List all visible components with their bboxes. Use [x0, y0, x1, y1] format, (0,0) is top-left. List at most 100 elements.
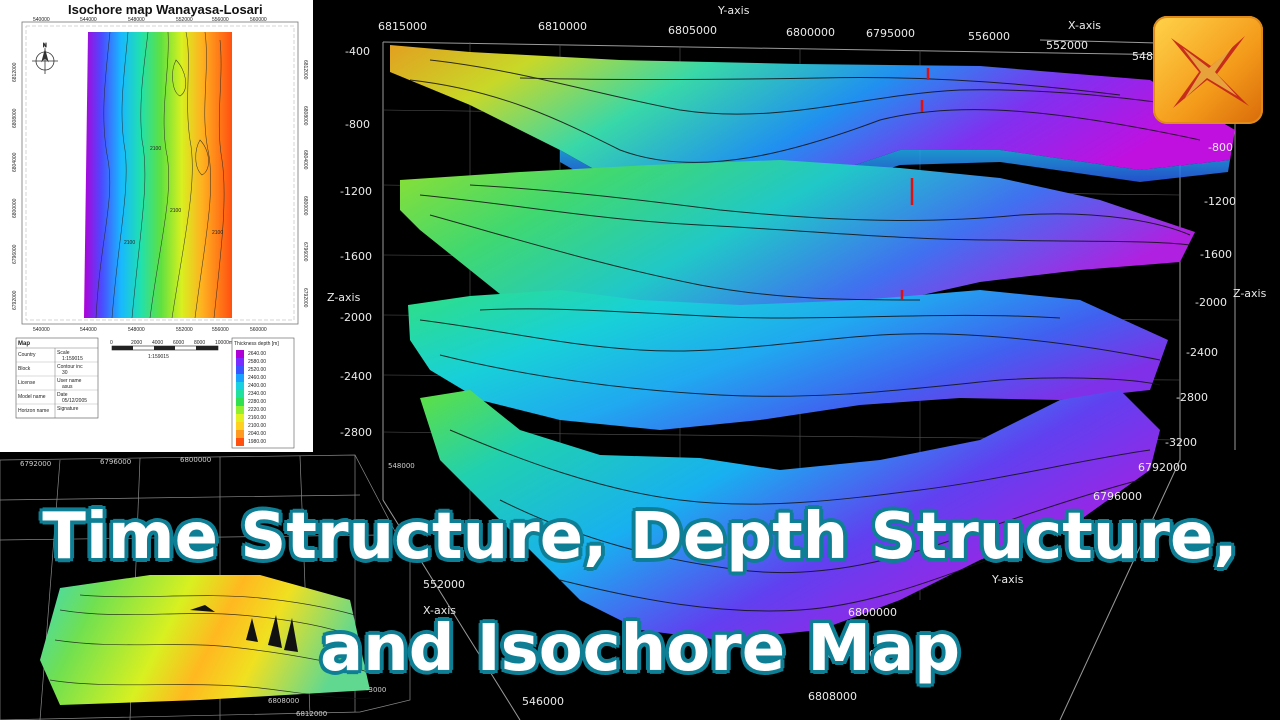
- info-row-label: Block: [18, 366, 31, 372]
- left-z-tick: -2400: [340, 370, 372, 383]
- left-z-tick: -2800: [340, 426, 372, 439]
- left-z-tick: -1200: [340, 185, 372, 198]
- inset-tick: 6808000: [268, 697, 299, 705]
- top-y-tick: 6795000: [866, 27, 915, 40]
- info-row-label: Horizon name: [18, 408, 49, 414]
- legend-swatch: [236, 358, 244, 366]
- legend-value: 1980.00: [248, 439, 266, 445]
- legend-swatch: [236, 438, 244, 446]
- info-row-sub: asus: [62, 384, 73, 390]
- info-row-value: Contour inc: [57, 364, 83, 370]
- map-x-tick-bottom: 556000: [212, 327, 229, 333]
- map-y-tick-right: 6812000: [302, 60, 308, 80]
- map-y-tick-left: 6800000: [12, 198, 18, 218]
- right-z-tick: -1200: [1204, 195, 1236, 208]
- scale-tick: 2000: [131, 340, 142, 346]
- top-x-tick: 556000: [968, 30, 1010, 43]
- top-y-tick: 6810000: [538, 20, 587, 33]
- map-y-tick-right: 6792000: [302, 288, 308, 308]
- scale-tick: 8000: [194, 340, 205, 346]
- map-info-table: Map Country Scale1:159015Block Contour inc…: [15, 337, 99, 419]
- legend-value: 2640.00: [248, 351, 266, 357]
- contour-label: 2100: [212, 230, 223, 236]
- map-y-tick-right: 6808000: [302, 106, 308, 126]
- map-y-tick-left: 6808000: [12, 108, 18, 128]
- right-z-tick: -800: [1208, 141, 1233, 154]
- inset-tick: 6792000: [20, 460, 51, 468]
- map-y-tick-left: 6812000: [12, 62, 18, 82]
- right-z-tick: -2800: [1176, 391, 1208, 404]
- inset-tick: 548000: [388, 462, 415, 470]
- thickness-legend: Thickness depth [m] 2640.00 2580.00 2520.0…: [231, 337, 295, 449]
- top-y-tick: 6800000: [786, 26, 835, 39]
- map-title: Isochore map Wanayasa-Losari: [68, 2, 263, 17]
- legend-swatch: [236, 374, 244, 382]
- x-axis-title: X-axis: [1068, 19, 1101, 32]
- legend-swatch: [236, 430, 244, 438]
- map-x-tick-bottom: 540000: [33, 327, 50, 333]
- legend-value: 2460.00: [248, 375, 266, 381]
- map-x-tick-bottom: 548000: [128, 327, 145, 333]
- right-z-tick: -2000: [1195, 296, 1227, 309]
- bottom-y-tick: 6808000: [808, 690, 857, 703]
- legend-swatch: [236, 406, 244, 414]
- top-x-tick: 552000: [1046, 39, 1088, 52]
- map-x-tick-bottom: 544000: [80, 327, 97, 333]
- logo-star-icon: [1171, 36, 1249, 108]
- bottom-y-axis-title: Y-axis: [991, 573, 1024, 586]
- inset-tick: 6800000: [180, 456, 211, 464]
- legend-value: 2520.00: [248, 367, 266, 373]
- scale-tick: 10000m: [215, 340, 233, 346]
- map-x-tick-top: 552000: [176, 17, 193, 23]
- map-y-tick-left: 6796000: [12, 244, 18, 264]
- legend-swatch: [236, 422, 244, 430]
- contour-label: 2100: [170, 208, 181, 214]
- legend-swatch: [236, 390, 244, 398]
- map-y-tick-right: 6804000: [302, 150, 308, 170]
- info-row-sub: 05/12/2005: [62, 398, 87, 404]
- map-x-tick-bottom: 560000: [250, 327, 267, 333]
- legend-value: 2400.00: [248, 383, 266, 389]
- info-row-sub: 1:159015: [62, 356, 83, 362]
- scale-tick: 6000: [173, 340, 184, 346]
- legend-swatch: [236, 350, 244, 358]
- y-axis-title: Y-axis: [717, 4, 750, 17]
- map-x-tick-bottom: 552000: [176, 327, 193, 333]
- top-y-tick: 6815000: [378, 20, 427, 33]
- legend-value: 2160.00: [248, 415, 266, 421]
- legend-swatch: [236, 398, 244, 406]
- scale-tick: 0: [110, 340, 113, 346]
- right-y-tick: 6792000: [1138, 461, 1187, 474]
- inset-tick: 6812000: [296, 710, 327, 718]
- right-z-tick: -2400: [1186, 346, 1218, 359]
- bottom-x-tick: 552000: [423, 578, 465, 591]
- bottom-x-tick: 546000: [522, 695, 564, 708]
- info-table-heading: Map: [18, 341, 30, 347]
- headline-line-2: and Isochore Map: [318, 611, 961, 688]
- map-y-tick-left: 6804000: [12, 152, 18, 172]
- left-z-tick: -1600: [340, 250, 372, 263]
- left-z-tick: -400: [345, 45, 370, 58]
- headline-line-1: Time Structure, Depth Structure,: [41, 499, 1239, 576]
- right-z-tick: -3200: [1165, 436, 1197, 449]
- isochore-map-panel: Isochore map Wanayasa-Losari N 2100 2100…: [0, 0, 313, 452]
- info-row-label: License: [18, 380, 35, 386]
- left-z-tick: -800: [345, 118, 370, 131]
- scale-text: 1:159015: [148, 354, 169, 360]
- info-row-value: Signature: [57, 406, 79, 412]
- legend-swatch: [236, 382, 244, 390]
- right-z-tick: -1600: [1200, 248, 1232, 261]
- map-x-tick-top: 540000: [33, 17, 50, 23]
- isochore-map-raster: [84, 32, 232, 318]
- info-row-sub: 30: [62, 370, 68, 376]
- map-y-tick-right: 6800000: [302, 196, 308, 216]
- scale-tick: 4000: [152, 340, 163, 346]
- inset-tick: -3000: [366, 686, 386, 694]
- info-row-label: Country: [18, 352, 36, 358]
- map-y-tick-right: 6796000: [302, 242, 308, 262]
- legend-swatch: [236, 366, 244, 374]
- map-x-tick-top: 556000: [212, 17, 229, 23]
- legend-value: 2340.00: [248, 391, 266, 397]
- svg-text:N: N: [43, 43, 47, 49]
- contour-label: 2100: [124, 240, 135, 246]
